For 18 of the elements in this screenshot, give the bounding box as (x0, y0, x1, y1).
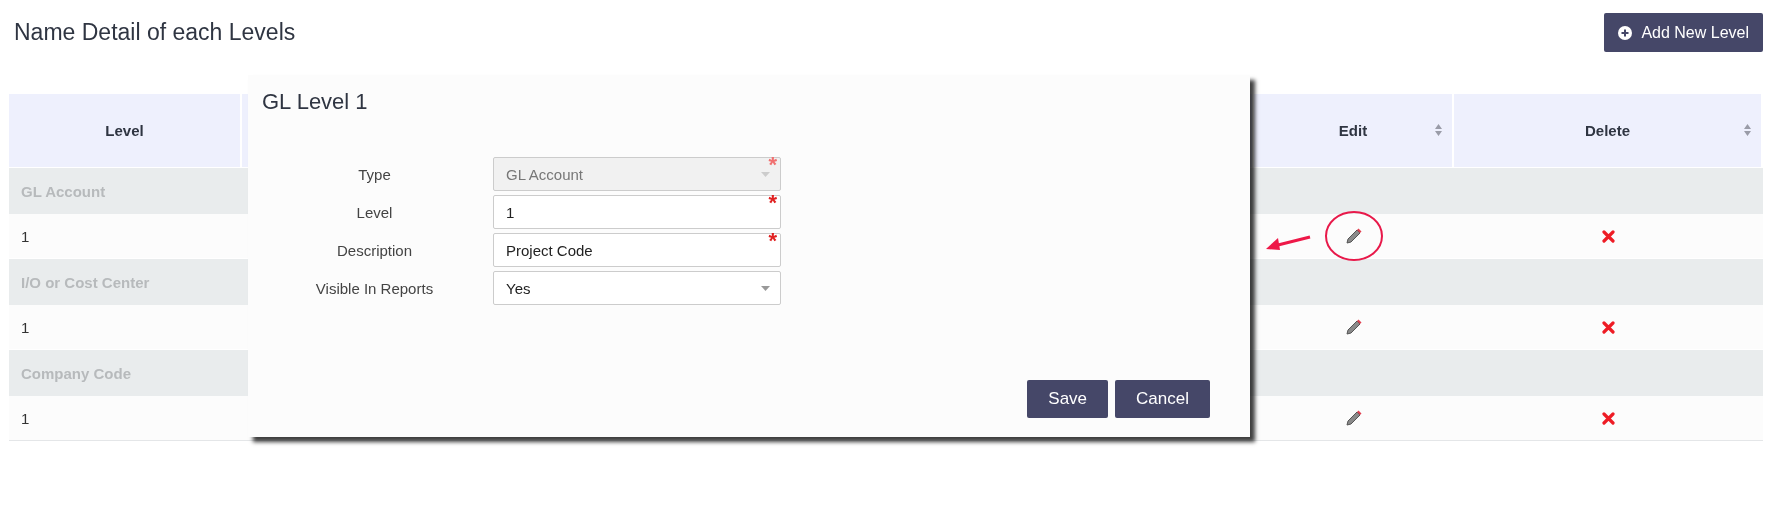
level-cell: 1 (21, 227, 30, 245)
column-header[interactable]: Delete (1454, 94, 1763, 167)
column-header[interactable]: Level (9, 94, 242, 167)
input-field[interactable]: 1 * (493, 195, 781, 229)
field-label: Type (358, 165, 391, 183)
level-cell: 1 (21, 318, 30, 336)
select-field[interactable]: Yes (493, 271, 781, 305)
add-level-button[interactable]: Add New Level (1604, 13, 1763, 52)
field-label: Description (337, 241, 412, 259)
dialog-button[interactable]: Cancel (1115, 380, 1210, 418)
field-label: Level (356, 203, 393, 221)
dialog-title: GL Level 1 (262, 89, 369, 115)
page-title: Name Detail of each Levels (14, 19, 296, 46)
column-header[interactable]: Edit (1254, 94, 1454, 167)
field-label: Visible In Reports (315, 279, 434, 297)
input-field[interactable]: Project Code * (493, 233, 781, 267)
dialog-button[interactable]: Save (1027, 380, 1109, 418)
level-cell: 1 (21, 409, 30, 427)
